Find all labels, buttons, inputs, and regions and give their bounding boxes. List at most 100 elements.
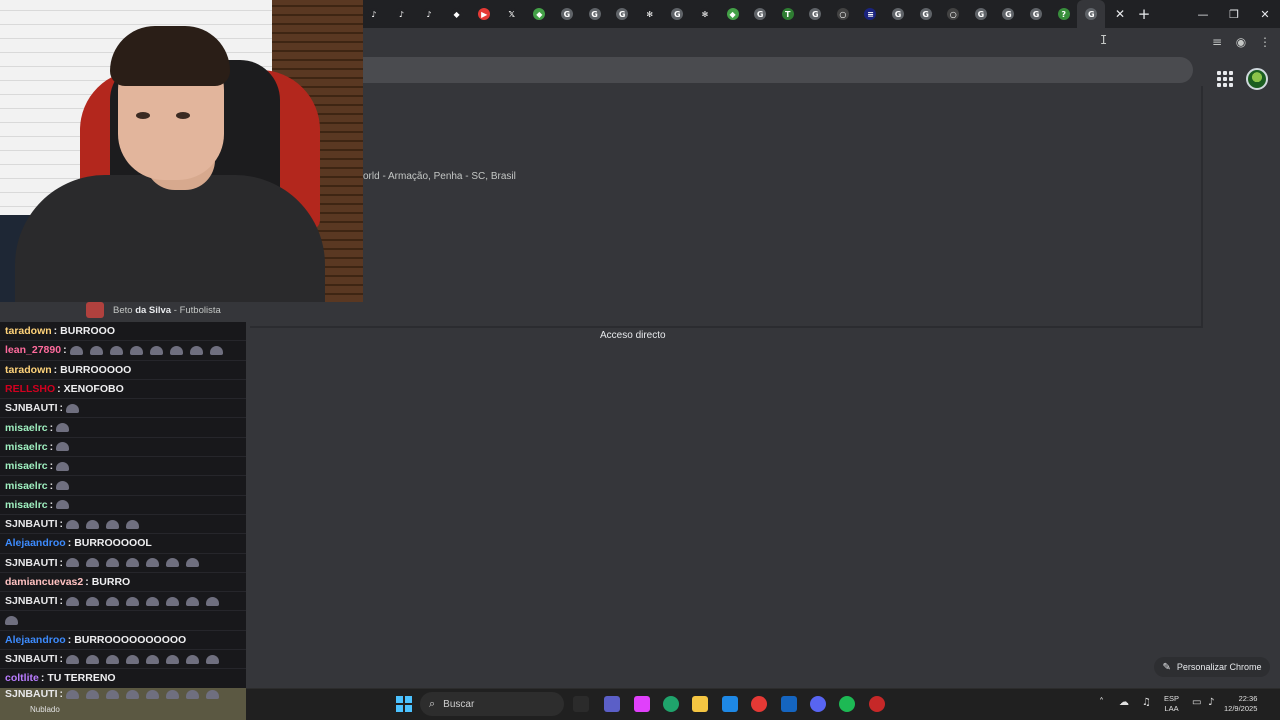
browser-tab[interactable]: G <box>553 0 581 28</box>
chat-emote-icon <box>66 558 80 568</box>
chat-username[interactable]: lean_27890 <box>5 344 61 356</box>
browser-tab[interactable]: ◆ <box>719 0 747 28</box>
file-explorer-icon[interactable] <box>573 696 589 712</box>
chat-username[interactable]: taradown <box>5 364 52 376</box>
chat-username[interactable]: SJNBAUTI <box>5 688 58 700</box>
volume-icon[interactable]: ♪ <box>1208 697 1214 708</box>
chat-emote-icon <box>126 558 140 568</box>
chat-message: misaelrc: <box>0 438 246 458</box>
profile-icon[interactable]: ◉ <box>1233 34 1249 50</box>
chat-emote-icon <box>146 689 160 699</box>
chat-username[interactable]: SJNBAUTI <box>5 402 58 414</box>
browser-tab[interactable]: G <box>995 0 1023 28</box>
browser-tab[interactable]: ♪ <box>415 0 443 28</box>
chat-username[interactable]: RELLSHO <box>5 383 55 395</box>
more-menu-icon[interactable]: ⋮ <box>1257 34 1273 50</box>
browser-tab[interactable]: G <box>884 0 912 28</box>
teams-icon[interactable] <box>604 696 620 712</box>
chat-emote-icon <box>66 654 80 664</box>
site-icon: ≡ <box>864 8 877 20</box>
browser-tab[interactable]: ✻ <box>691 0 719 28</box>
chat-emote-icon <box>56 481 70 491</box>
customize-chrome-button[interactable]: ✎ Personalizar Chrome <box>1154 657 1270 677</box>
google-apps-icon[interactable] <box>1217 71 1233 87</box>
browser-tab[interactable]: ? <box>1050 0 1078 28</box>
edge-icon[interactable] <box>663 696 679 712</box>
outlook-icon[interactable] <box>781 696 797 712</box>
browser-tab[interactable]: ✻ <box>636 0 664 28</box>
onedrive-icon[interactable]: ☁ <box>1119 697 1129 708</box>
youtube-icon: ▶ <box>478 8 491 20</box>
microphone-icon[interactable]: ♫ <box>1142 697 1151 708</box>
chat-username[interactable]: SJNBAUTI <box>5 595 58 607</box>
chat-username[interactable]: SJNBAUTI <box>5 518 58 530</box>
browser-tab[interactable]: ◆ <box>526 0 554 28</box>
chat-username[interactable]: damiancuevas2 <box>5 576 83 588</box>
app-icon[interactable] <box>869 696 885 712</box>
browser-tab[interactable]: ○ <box>829 0 857 28</box>
chat-username[interactable]: misaelrc <box>5 460 48 472</box>
chat-message: misaelrc: <box>0 496 246 515</box>
browser-tab[interactable]: ♪ <box>388 0 416 28</box>
text-cursor-icon: I <box>1100 33 1108 47</box>
browser-tab[interactable]: T <box>774 0 802 28</box>
chat-message: SJNBAUTI: <box>0 399 246 419</box>
browser-tab[interactable]: G <box>912 0 940 28</box>
taskbar-search[interactable]: ⌕ Buscar <box>420 692 564 716</box>
browser-tab[interactable]: G <box>1022 0 1050 28</box>
clock[interactable]: 22:36 12/9/2025 <box>1224 694 1257 714</box>
browser-tab[interactable]: ◆ <box>443 0 471 28</box>
language-indicator[interactable]: ESP LAA <box>1164 694 1179 714</box>
start-button[interactable] <box>396 696 412 712</box>
chevron-up-icon[interactable]: ˄ <box>1099 697 1104 708</box>
browser-tab[interactable]: ♪ <box>360 0 388 28</box>
browser-tab[interactable]: G <box>664 0 692 28</box>
browser-tab[interactable]: G <box>967 0 995 28</box>
chat-username[interactable]: misaelrc <box>5 480 48 492</box>
minimize-button[interactable]: — <box>1188 2 1218 26</box>
browser-tab[interactable]: G <box>581 0 609 28</box>
close-window-button[interactable]: ✕ <box>1250 2 1280 26</box>
display-icon[interactable]: ▭ <box>1192 697 1201 708</box>
chat-emote-icon <box>126 689 140 699</box>
browser-tab[interactable]: ▶ <box>470 0 498 28</box>
browser-tab[interactable]: G <box>746 0 774 28</box>
google-icon: G <box>671 8 684 20</box>
copilot-icon[interactable] <box>634 696 650 712</box>
chat-username[interactable]: misaelrc <box>5 441 48 453</box>
chat-username[interactable]: coltlite <box>5 672 39 684</box>
browser-tab[interactable]: ○ <box>939 0 967 28</box>
discord-icon[interactable] <box>810 696 826 712</box>
close-tab-icon[interactable]: ✕ <box>1110 4 1130 24</box>
chat-username[interactable]: Alejaandroo <box>5 537 66 549</box>
chat-username[interactable]: taradown <box>5 325 52 337</box>
chat-username[interactable]: misaelrc <box>5 422 48 434</box>
shortcut-label[interactable]: Acceso directo <box>600 330 666 341</box>
chat-username[interactable]: misaelrc <box>5 499 48 511</box>
store-icon[interactable] <box>722 696 738 712</box>
chat-emote-icon <box>56 500 70 510</box>
browser-tab[interactable]: G <box>802 0 830 28</box>
openai-icon: ✻ <box>698 8 711 20</box>
chat-message: lean_27890: <box>0 341 246 361</box>
chat-message: misaelrc: <box>0 418 246 438</box>
browser-tab[interactable]: ≡ <box>857 0 885 28</box>
weather-label[interactable]: Nublado <box>30 705 60 714</box>
globe-icon: ○ <box>836 8 849 20</box>
browser-tab[interactable]: G <box>1077 0 1106 28</box>
chrome-icon[interactable] <box>751 696 767 712</box>
account-avatar[interactable] <box>1246 68 1268 90</box>
folder-icon[interactable] <box>692 696 708 712</box>
new-tab-button[interactable]: + <box>1134 4 1154 24</box>
browser-tab[interactable]: G <box>608 0 636 28</box>
search-bar[interactable] <box>250 57 1193 83</box>
browser-tab[interactable]: 𝕏 <box>498 0 526 28</box>
chat-username[interactable]: Alejaandroo <box>5 634 66 646</box>
spotify-icon[interactable] <box>839 696 855 712</box>
chat-username[interactable]: SJNBAUTI <box>5 557 58 569</box>
chat-username[interactable]: SJNBAUTI <box>5 653 58 665</box>
media-controls-icon[interactable]: ≡ <box>1209 34 1225 50</box>
chat-emote-icon <box>66 596 80 606</box>
restore-button[interactable]: ❐ <box>1219 2 1249 26</box>
streamer-first-name: Beto <box>113 305 133 316</box>
